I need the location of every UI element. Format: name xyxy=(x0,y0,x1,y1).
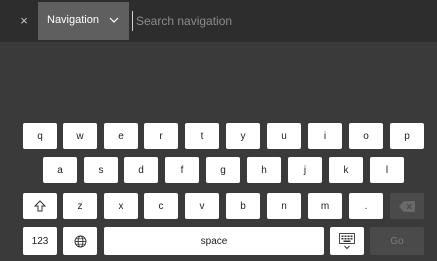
language-key[interactable] xyxy=(63,227,97,255)
key-p[interactable]: p xyxy=(390,123,424,149)
on-screen-keyboard: q w e r t y u i o p a s d f g h j k l z … xyxy=(0,119,437,261)
key-s[interactable]: s xyxy=(84,157,118,183)
key-q[interactable]: q xyxy=(23,123,57,149)
key-c[interactable]: c xyxy=(144,193,178,219)
key-a[interactable]: a xyxy=(43,157,77,183)
search-input[interactable] xyxy=(134,9,428,33)
globe-icon xyxy=(74,235,86,247)
key-e[interactable]: e xyxy=(104,123,138,149)
shift-key[interactable] xyxy=(23,193,57,219)
key-f[interactable]: f xyxy=(165,157,199,183)
key-y[interactable]: y xyxy=(226,123,260,149)
key-m[interactable]: m xyxy=(308,193,342,219)
key-v[interactable]: v xyxy=(185,193,219,219)
dropdown-label: Navigation xyxy=(47,14,99,26)
key-g[interactable]: g xyxy=(206,157,240,183)
content-area xyxy=(0,42,437,119)
key-o[interactable]: o xyxy=(349,123,383,149)
key-j[interactable]: j xyxy=(288,157,322,183)
space-key[interactable]: space xyxy=(104,227,324,255)
numbers-key[interactable]: 123 xyxy=(23,227,57,255)
key-t[interactable]: t xyxy=(185,123,219,149)
chevron-down-icon xyxy=(109,17,119,23)
category-dropdown[interactable]: Navigation xyxy=(38,2,129,40)
backspace-key[interactable] xyxy=(390,193,424,219)
key-w[interactable]: w xyxy=(63,123,97,149)
key-i[interactable]: i xyxy=(308,123,342,149)
text-cursor xyxy=(132,11,133,31)
key-h[interactable]: h xyxy=(247,157,281,183)
top-bar: × Navigation xyxy=(0,0,437,42)
key-z[interactable]: z xyxy=(63,193,97,219)
shift-arrow-icon xyxy=(34,200,46,212)
key-n[interactable]: n xyxy=(267,193,301,219)
key-k[interactable]: k xyxy=(329,157,363,183)
key-x[interactable]: x xyxy=(104,193,138,219)
key-l[interactable]: l xyxy=(370,157,404,183)
keyboard-hide-icon xyxy=(339,232,355,249)
key-d[interactable]: d xyxy=(124,157,158,183)
hide-keyboard-key[interactable] xyxy=(330,227,364,255)
key-r[interactable]: r xyxy=(144,123,178,149)
key-period[interactable]: . xyxy=(349,193,383,219)
key-b[interactable]: b xyxy=(226,193,260,219)
key-u[interactable]: u xyxy=(267,123,301,149)
close-icon[interactable]: × xyxy=(17,13,31,29)
go-key[interactable]: Go xyxy=(370,227,424,255)
backspace-icon xyxy=(399,200,415,212)
